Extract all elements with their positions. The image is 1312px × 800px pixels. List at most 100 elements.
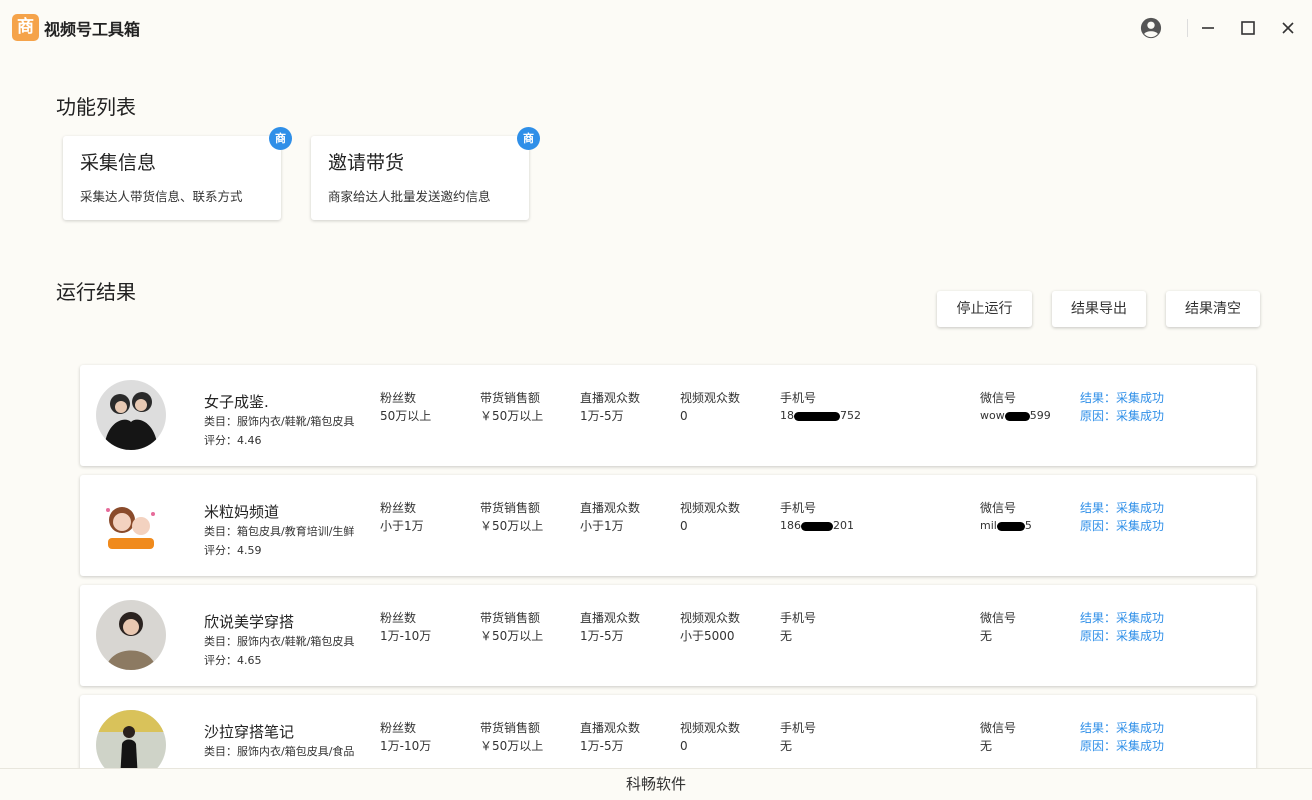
live-stat: 直播观众数 1万-5万 [580,719,640,755]
avatar [96,490,166,560]
rating: 评分：4.65 [204,654,262,667]
sales-label: 带货销售额 [480,721,541,735]
fans-value: 1万-10万 [380,629,432,643]
fans-stat: 粉丝数 50万以上 [380,389,431,425]
export-results-button[interactable]: 结果导出 [1052,291,1146,327]
rating: 评分：4.59 [204,544,262,557]
live-label: 直播观众数 [580,721,641,735]
wechat-suffix: 5 [1024,519,1032,532]
wechat-value: mil 5 [980,517,1032,535]
features-section-title: 功能列表 [56,95,136,119]
result-card: 女子成鉴. 类目：服饰内衣/鞋靴/箱包皮具 评分：4.46 粉丝数 50万以上 … [80,365,1256,466]
minimize-icon[interactable] [1198,18,1218,38]
fans-value: 50万以上 [380,409,432,423]
video-value: 0 [680,519,688,533]
stop-run-button[interactable]: 停止运行 [937,291,1032,327]
phone-suffix: 201 [833,519,854,532]
app-logo: 商 [12,14,39,41]
phone-label: 手机号 [780,721,817,735]
fans-stat: 粉丝数 小于1万 [380,499,424,535]
nickname: 欣说美学穿搭 [204,613,295,631]
video-stat: 视频观众数 0 [680,499,740,535]
feature-desc: 采集达人带货信息、联系方式 [80,189,243,204]
redaction-mark [794,411,840,421]
avatar [96,380,166,450]
account-icon[interactable] [1140,17,1162,39]
sales-stat: 带货销售额 ￥50万以上 [480,609,543,645]
live-value: 1万-5万 [580,629,624,643]
wechat-prefix: wow [980,409,1005,422]
fans-stat: 粉丝数 1万-10万 [380,719,431,755]
result-text: 结果：采集成功 [1080,611,1165,625]
phone-stat: 手机号 无 [780,609,816,645]
redaction-mark [801,521,833,531]
sales-label: 带货销售额 [480,501,541,515]
wechat-label: 微信号 [980,721,1017,735]
feature-desc: 商家给达人批量发送邀约信息 [328,189,491,204]
wechat-value: 无 [980,739,993,753]
phone-suffix: 752 [840,409,861,422]
result-card: 米粒妈频道 类目：箱包皮具/教育培训/生鲜 评分：4.59 粉丝数 小于1万 带… [80,475,1256,576]
avatar [96,710,166,768]
rating: 评分：4.46 [204,434,262,447]
app-title: 视频号工具箱 [44,20,141,39]
sales-label: 带货销售额 [480,391,541,405]
phone-prefix: 186 [780,519,801,532]
nickname: 米粒妈频道 [204,503,280,521]
phone-value: 无 [780,629,793,643]
maximize-icon[interactable] [1238,18,1258,38]
phone-value: 18 752 [780,407,861,425]
wechat-value: wow 599 [980,407,1051,425]
video-value: 0 [680,409,688,423]
sales-value: ￥50万以上 [480,409,544,423]
live-stat: 直播观众数 小于1万 [580,499,640,535]
collect-status: 结果：采集成功 原因：采集成功 [1080,609,1164,645]
results-section-title: 运行结果 [56,280,136,304]
feature-card-invite[interactable]: 邀请带货 商家给达人批量发送邀约信息 商 [311,127,540,220]
redaction-mark [996,521,1025,531]
wechat-label: 微信号 [980,611,1017,625]
avatar [96,600,166,670]
feature-card-collect[interactable]: 采集信息 采集达人带货信息、联系方式 商 [63,127,292,220]
phone-value: 无 [780,739,793,753]
fans-label: 粉丝数 [380,611,417,625]
live-value: 小于1万 [580,519,624,533]
live-label: 直播观众数 [580,391,641,405]
result-text: 结果：采集成功 [1080,501,1165,515]
phone-label: 手机号 [780,501,817,515]
sales-value: ￥50万以上 [480,739,544,753]
category: 类目：服饰内衣/鞋靴/箱包皮具 [204,635,355,648]
sales-stat: 带货销售额 ￥50万以上 [480,719,543,755]
fans-value: 1万-10万 [380,739,432,753]
video-label: 视频观众数 [680,391,741,405]
results-list[interactable]: 女子成鉴. 类目：服饰内衣/鞋靴/箱包皮具 评分：4.46 粉丝数 50万以上 … [0,355,1312,768]
clear-results-button[interactable]: 结果清空 [1166,291,1260,327]
live-stat: 直播观众数 1万-5万 [580,609,640,645]
wechat-prefix: mil [980,519,997,532]
redaction-mark [1004,411,1030,421]
merchant-badge: 商 [269,127,292,150]
live-value: 1万-5万 [580,739,624,753]
reason-text: 原因：采集成功 [1080,519,1165,533]
fans-value: 小于1万 [380,519,424,533]
feature-title: 邀请带货 [328,152,405,174]
video-label: 视频观众数 [680,611,741,625]
category: 类目：服饰内衣/鞋靴/箱包皮具 [204,415,355,428]
category: 类目：箱包皮具/教育培训/生鲜 [204,525,355,538]
sales-label: 带货销售额 [480,611,541,625]
video-stat: 视频观众数 小于5000 [680,609,740,645]
live-value: 1万-5万 [580,409,624,423]
phone-label: 手机号 [780,391,817,405]
reason-text: 原因：采集成功 [1080,629,1165,643]
collect-status: 结果：采集成功 原因：采集成功 [1080,719,1164,755]
wechat-stat: 微信号 无 [980,719,1016,755]
wechat-label: 微信号 [980,391,1017,405]
live-label: 直播观众数 [580,611,641,625]
phone-value: 186 201 [780,517,854,535]
title-bar: 商 视频号工具箱 [0,0,1312,56]
video-label: 视频观众数 [680,501,741,515]
close-icon[interactable] [1278,18,1298,38]
fans-label: 粉丝数 [380,391,417,405]
wechat-stat: 微信号 无 [980,609,1016,645]
phone-stat: 手机号 无 [780,719,816,755]
